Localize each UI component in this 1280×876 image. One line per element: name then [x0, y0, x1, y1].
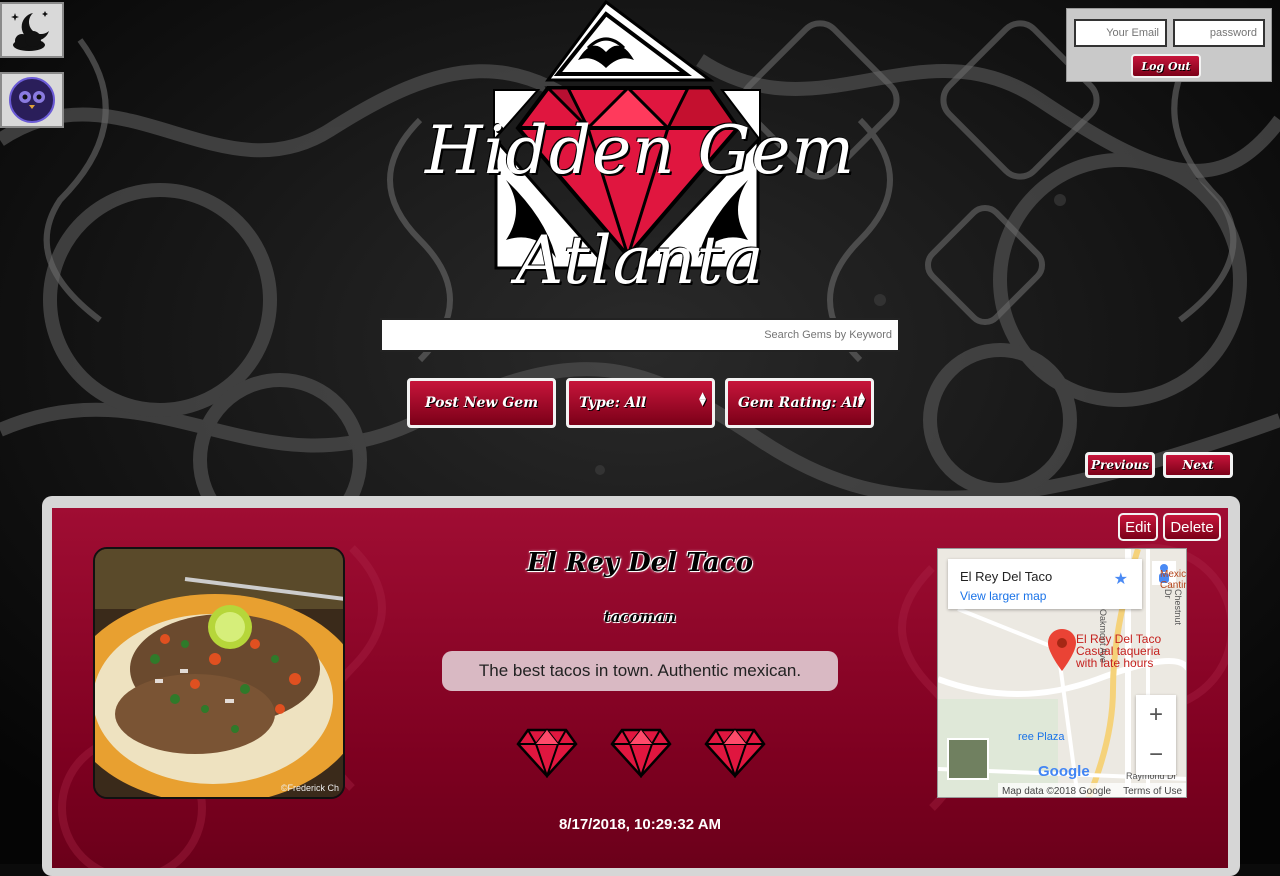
previous-button[interactable]: Previous: [1085, 452, 1155, 478]
login-panel: Log Out: [1066, 8, 1272, 82]
map-label-mexica-text: Mexica: [1160, 569, 1187, 580]
zoom-out-button[interactable]: −: [1136, 735, 1176, 775]
marker-desc-2: with late hours: [1076, 656, 1154, 670]
ruby-rating-icon: [704, 728, 766, 780]
rating-filter-label: Gem Rating: All: [738, 395, 863, 411]
rating-filter-select[interactable]: Gem Rating: All ▲ ▼: [725, 378, 874, 428]
post-new-gem-button[interactable]: Post New Gem: [407, 378, 556, 428]
next-button[interactable]: Next: [1163, 452, 1233, 478]
google-map[interactable]: El Rey Del Taco View larger map ★ El Rey…: [937, 548, 1187, 798]
gem-description: The best tacos in town. Authentic mexica…: [442, 651, 838, 691]
owl-avatar-icon: [9, 77, 55, 123]
map-place-name: El Rey Del Taco: [960, 569, 1053, 584]
map-info-window: El Rey Del Taco View larger map ★: [948, 559, 1142, 609]
map-label-oakmont: Oakmont Ave: [1098, 609, 1108, 663]
profile-button[interactable]: [0, 72, 64, 128]
google-logo: Google: [1038, 763, 1090, 780]
star-icon[interactable]: ★: [1114, 569, 1128, 589]
delete-button[interactable]: Delete: [1163, 513, 1221, 541]
email-field[interactable]: [1074, 19, 1167, 47]
gem-name: El Rey Del Taco: [527, 548, 753, 578]
ruby-rating-icon: [610, 728, 672, 780]
terms-of-use-link[interactable]: Terms of Use: [1123, 786, 1182, 797]
type-filter-select[interactable]: Type: All ▲ ▼: [566, 378, 715, 428]
logout-button[interactable]: Log Out: [1131, 54, 1201, 78]
gem-username: tacoman: [603, 608, 677, 626]
map-label-mexica: Mexica Cantina: [1160, 569, 1187, 591]
marker-label: El Rey Del Taco Casual taqueria with lat…: [1076, 633, 1161, 669]
map-marker-icon[interactable]: [1048, 629, 1076, 671]
site-title: Hidden Gem Atlanta: [424, 112, 856, 299]
ruby-rating-icon: [516, 728, 578, 780]
type-filter-label: Type: All: [579, 395, 647, 411]
gem-timestamp: 8/17/2018, 10:29:32 AM: [558, 816, 722, 833]
photo-credit: ©Frederick Ch: [280, 783, 339, 793]
search-input[interactable]: [380, 318, 900, 352]
map-attribution: Map data ©2018 Google: [1002, 785, 1112, 797]
zoom-in-button[interactable]: +: [1136, 695, 1176, 735]
select-arrows-icon: ▲ ▼: [699, 391, 706, 408]
moon-stars-cloud-icon: [11, 11, 49, 51]
theme-toggle-button[interactable]: [0, 2, 64, 58]
select-arrows-icon: ▲ ▼: [858, 391, 865, 408]
password-field[interactable]: [1173, 19, 1265, 47]
map-label-plaza: ree Plaza: [1018, 731, 1065, 743]
edit-button[interactable]: Edit: [1118, 513, 1158, 541]
view-larger-map-link[interactable]: View larger map: [960, 589, 1046, 603]
map-footer: Map data ©2018 Google Terms of Use: [998, 783, 1186, 797]
gem-photo: ©Frederick Ch: [93, 547, 345, 799]
zoom-controls: + −: [1136, 695, 1176, 775]
map-label-chestnut: Chestnut Dr: [1163, 589, 1183, 626]
